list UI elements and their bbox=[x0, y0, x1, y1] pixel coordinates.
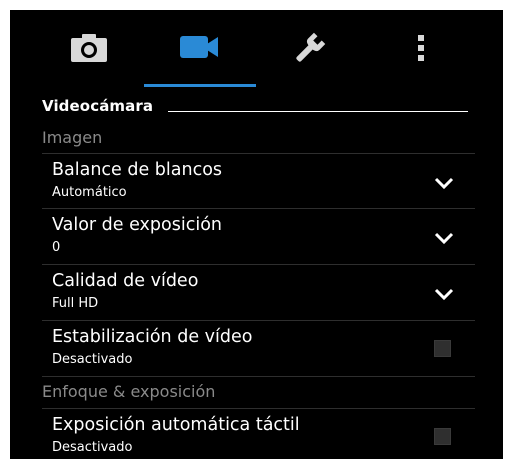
more-vertical-icon bbox=[416, 32, 426, 64]
video-camera-icon bbox=[178, 32, 220, 62]
setting-stabilization[interactable]: Estabilización de vídeo Desactivado bbox=[10, 321, 503, 376]
setting-title: Exposición automática táctil bbox=[52, 415, 300, 435]
chevron-down-icon[interactable] bbox=[434, 176, 454, 190]
setting-value: Desactivado bbox=[52, 352, 133, 367]
setting-white-balance[interactable]: Balance de blancos Automático bbox=[10, 154, 503, 208]
touch-exposure-checkbox[interactable] bbox=[434, 428, 451, 445]
camera-icon bbox=[69, 32, 109, 64]
section-title: Videocámara bbox=[42, 97, 154, 115]
setting-value: Full HD bbox=[52, 296, 99, 311]
category-focus-exposure: Enfoque & exposición bbox=[42, 382, 216, 401]
camera-settings-panel: Videocámara Imagen Balance de blancos Au… bbox=[10, 10, 503, 459]
section-title-underline bbox=[168, 111, 468, 112]
setting-exposure[interactable]: Valor de exposición 0 bbox=[10, 209, 503, 264]
active-tab-indicator bbox=[144, 84, 256, 87]
setting-value: Desactivado bbox=[52, 440, 133, 455]
wrench-icon bbox=[292, 32, 326, 66]
tab-video[interactable] bbox=[144, 32, 254, 90]
settings-tab-bar bbox=[10, 10, 503, 92]
divider bbox=[42, 376, 475, 377]
setting-title: Valor de exposición bbox=[52, 215, 222, 235]
setting-video-quality[interactable]: Calidad de vídeo Full HD bbox=[10, 265, 503, 320]
setting-value: 0 bbox=[52, 240, 61, 255]
stabilization-checkbox[interactable] bbox=[434, 340, 451, 357]
tab-camera[interactable] bbox=[34, 32, 144, 90]
chevron-down-icon[interactable] bbox=[434, 287, 454, 301]
category-image: Imagen bbox=[42, 128, 103, 147]
setting-touch-auto-exposure[interactable]: Exposición automática táctil Desactivado bbox=[10, 409, 503, 459]
chevron-down-icon[interactable] bbox=[434, 231, 454, 245]
tab-more[interactable] bbox=[366, 32, 476, 90]
setting-value: Automático bbox=[52, 185, 127, 200]
tab-settings[interactable] bbox=[254, 32, 364, 90]
setting-title: Balance de blancos bbox=[52, 160, 223, 180]
setting-title: Estabilización de vídeo bbox=[52, 327, 253, 347]
setting-title: Calidad de vídeo bbox=[52, 271, 199, 291]
